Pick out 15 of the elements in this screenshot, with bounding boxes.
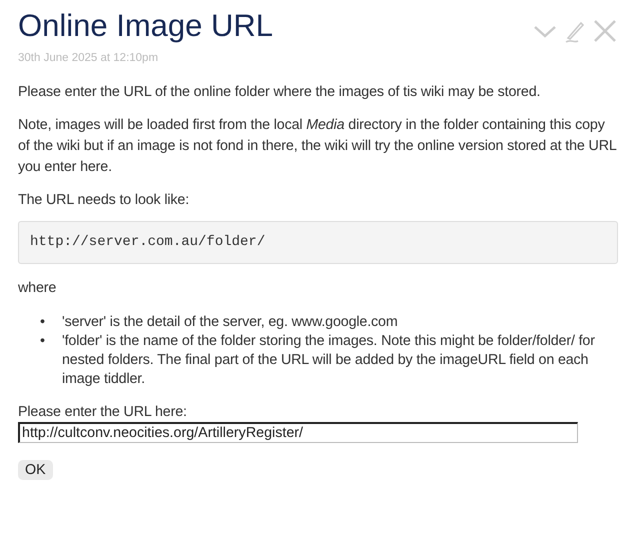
intro-paragraph: Please enter the URL of the online folder where the images of tis wiki may be stored. — [18, 83, 542, 102]
note-paragraph: Note, images will be loaded first from the local Media directory in the folder containing this copy of the wiki but if an image is not fond in there, the wiki will try the online version stored at the URL you enter here. — [18, 116, 618, 177]
tiddler-title: Online Image URL — [18, 7, 274, 45]
bullet-text: 'server' is the detail of the server, eg. www.google.com — [62, 313, 399, 332]
field-label: Please enter the URL here: — [18, 403, 188, 422]
format-label: The URL needs to look like: — [18, 191, 190, 210]
code-block: http://server.com.au/folder/ — [18, 221, 618, 264]
bullet-marker: • — [40, 313, 46, 332]
tiddler-date: 30th June 2025 at 12:10pm — [18, 52, 160, 64]
bullet-text: 'folder' is the name of the folder storing the images. Note this might be folder/folder/ for nested folders. The final part of the URL will be added by the imageURL field on each image tiddler. — [62, 332, 596, 389]
close-icon[interactable] — [592, 18, 618, 44]
url-input-field[interactable]: http://cultconv.neocities.org/ArtilleryRegister/ — [18, 422, 578, 443]
bullet-marker: • — [40, 332, 46, 351]
ok-button[interactable]: OK — [18, 460, 53, 480]
where-text: where — [18, 279, 58, 298]
